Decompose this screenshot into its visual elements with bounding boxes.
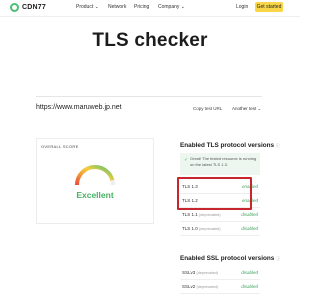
overall-score-label: OVERALL SCORE: [41, 144, 79, 149]
nav-item-product[interactable]: Product ⌄: [76, 4, 99, 10]
protocol-row-tls-1-0: TLS 1.0 (deprecated) disabled: [180, 221, 260, 236]
login-link[interactable]: Login: [236, 4, 248, 10]
status-label: disabled: [241, 270, 258, 275]
copy-test-url-link[interactable]: Copy test URL: [193, 106, 222, 111]
divider: [36, 96, 262, 97]
nav-item-company[interactable]: Company ⌄: [158, 4, 185, 10]
get-started-button[interactable]: Get started: [255, 2, 283, 12]
info-icon[interactable]: ⓘ: [276, 256, 280, 261]
logo-text: CDN77: [22, 4, 46, 11]
overall-score-card: OVERALL SCORE Excellent: [36, 138, 154, 224]
protocol-row-sslv2: SSLv2 (deprecated) disabled: [180, 279, 260, 294]
tls-notice: ✓ Great! The tested resource is running …: [180, 153, 260, 175]
logo-icon: [10, 3, 19, 12]
ssl-section-title: Enabled SSL protocol versions ⓘ: [180, 255, 281, 262]
tls-notice-text: Great! The tested resource is running on…: [190, 156, 257, 167]
score-gauge: [75, 165, 115, 186]
info-icon[interactable]: ⓘ: [276, 143, 280, 148]
enabled-protocols-highlight: [177, 177, 252, 210]
nav-item-pricing[interactable]: Pricing: [134, 4, 149, 10]
status-label: disabled: [241, 226, 258, 231]
top-nav: CDN77 Product ⌄ Network Pricing Company …: [0, 0, 300, 17]
tls-section-title: Enabled TLS protocol versions ⓘ: [180, 142, 280, 149]
another-test-button[interactable]: Another test ⌄: [232, 106, 261, 112]
nav-item-network[interactable]: Network: [108, 4, 126, 10]
check-icon: ✓: [184, 157, 189, 163]
tested-url: https://www.maruweb.jp.net: [36, 104, 122, 111]
logo[interactable]: CDN77: [10, 3, 46, 12]
protocol-row-sslv3: SSLv3 (deprecated) disabled: [180, 265, 260, 280]
status-label: disabled: [241, 212, 258, 217]
status-label: disabled: [241, 284, 258, 289]
chevron-down-icon: ⌄: [94, 4, 99, 10]
chevron-down-icon: ⌄: [180, 4, 185, 10]
chevron-down-icon: ⌄: [257, 106, 262, 111]
page-title: TLS checker: [92, 30, 208, 51]
score-value: Excellent: [76, 190, 114, 200]
